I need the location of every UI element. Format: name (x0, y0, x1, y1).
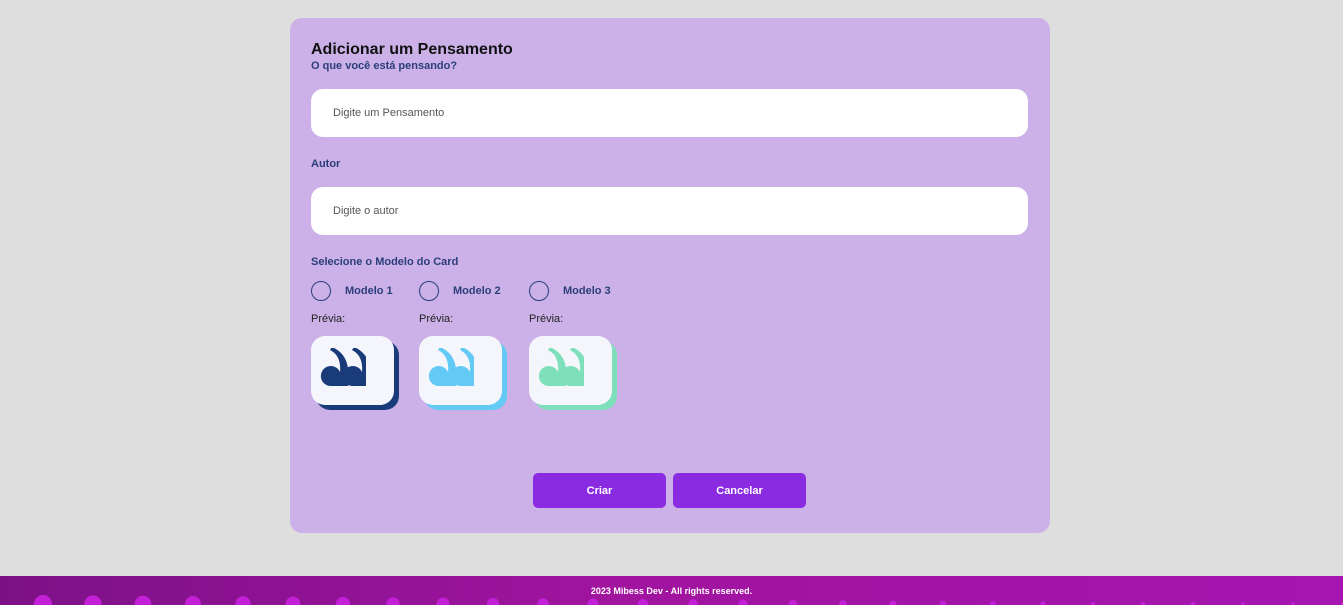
model-1-preview-card (311, 336, 401, 412)
model-3-radio[interactable] (529, 281, 549, 301)
model-option-3[interactable]: Modelo 3 (529, 279, 611, 303)
card-model-label: Selecione o Modelo do Card (311, 256, 459, 268)
footer-dot (335, 596, 351, 605)
create-button[interactable]: Criar (533, 473, 666, 508)
footer-dot (587, 598, 599, 605)
footer-dot (386, 597, 400, 605)
footer-dot (285, 596, 301, 605)
footer-dot (889, 600, 897, 605)
footer-dot (688, 599, 698, 605)
footer-dot (84, 595, 102, 605)
footer-dot (486, 597, 500, 605)
footer-dot (235, 596, 251, 605)
footer-dot (637, 598, 649, 605)
model-2-radio[interactable] (419, 281, 439, 301)
quote-icon (538, 347, 584, 386)
author-input[interactable] (311, 187, 1028, 235)
footer-dot (738, 599, 748, 605)
model-3-preview-label: Prévia: (529, 313, 564, 325)
footer-dot (990, 601, 996, 605)
model-2-label: Modelo 2 (453, 285, 501, 297)
card-face (311, 336, 394, 405)
quote-icon (320, 347, 366, 386)
footer-dot (184, 595, 202, 605)
card-face (529, 336, 612, 405)
model-3-preview-card (529, 336, 619, 412)
model-2-preview-card (419, 336, 509, 412)
cancel-button[interactable]: Cancelar (673, 473, 806, 508)
model-1-preview-label: Prévia: (311, 313, 346, 325)
footer-dot (537, 598, 549, 605)
footer-dot (939, 600, 947, 605)
footer-dot (839, 600, 847, 605)
model-option-2[interactable]: Modelo 2 (419, 279, 501, 303)
model-1-label: Modelo 1 (345, 285, 393, 297)
footer-dot (1040, 601, 1046, 605)
footer-dot (34, 595, 52, 605)
model-2-preview-label: Prévia: (419, 313, 454, 325)
card-face (419, 336, 502, 405)
footer-dot (134, 595, 152, 605)
footer-dot (436, 597, 450, 605)
modal-subtitle: O que você está pensando? (311, 60, 458, 72)
model-1-radio[interactable] (311, 281, 331, 301)
quote-icon (428, 347, 474, 386)
thought-input[interactable] (311, 89, 1028, 137)
model-option-1[interactable]: Modelo 1 (311, 279, 393, 303)
footer-copyright: 2023 Mibess Dev - All rights reserved. (590, 586, 753, 596)
author-label: Autor (311, 158, 341, 170)
model-3-label: Modelo 3 (563, 285, 611, 297)
modal-title: Adicionar um Pensamento (311, 41, 513, 58)
add-thought-modal: Adicionar um Pensamento O que você está … (290, 18, 1050, 533)
footer: 2023 Mibess Dev - All rights reserved. (0, 576, 1343, 605)
footer-dot (788, 599, 798, 605)
